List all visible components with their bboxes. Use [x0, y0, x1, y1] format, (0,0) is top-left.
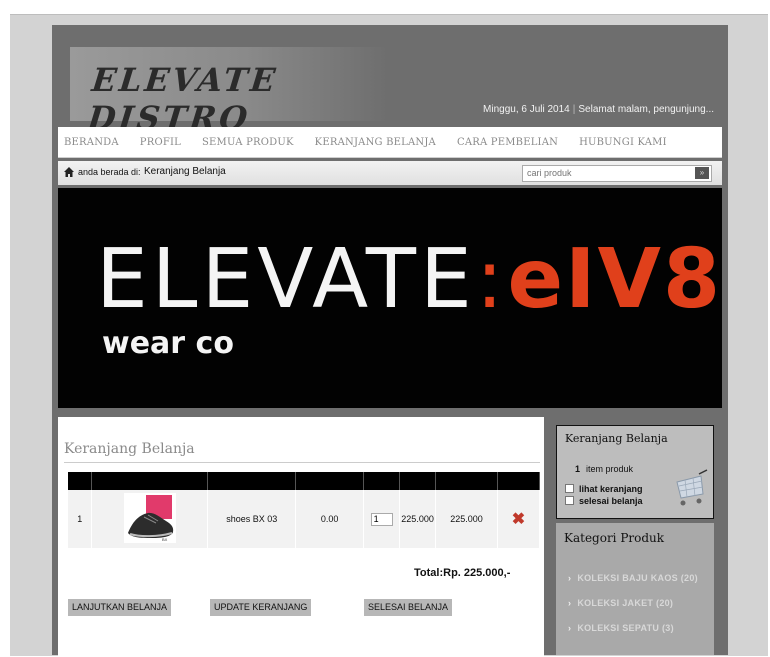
- greeting-text: Selamat malam, pengunjung...: [578, 104, 714, 115]
- product-image-cell: BX: [91, 490, 209, 548]
- nav-beranda[interactable]: BERANDA: [64, 137, 119, 148]
- banner-headline: ELEVATE:eIV8: [96, 232, 722, 327]
- finish-shopping-link[interactable]: selesai belanja: [565, 496, 643, 506]
- search-box: »: [522, 165, 712, 182]
- breadcrumb: anda berada di: Keranjang Belanja »: [58, 161, 722, 185]
- sidebar-cart-box: Keranjang Belanja 1 item produk lihat ker…: [556, 425, 714, 519]
- nav-semua-produk[interactable]: SEMUA PRODUK: [202, 137, 294, 148]
- site-logo[interactable]: ELEVATE DISTRO: [70, 47, 388, 137]
- nav-hubungi-kami[interactable]: HUBUNGI KAMI: [579, 137, 667, 148]
- quantity-input[interactable]: [370, 512, 393, 526]
- current-date: Minggu, 6 Juli 2014: [483, 104, 570, 115]
- nav-profil[interactable]: PROFIL: [140, 137, 181, 148]
- home-icon[interactable]: [64, 167, 74, 177]
- chevron-right-icon: ›: [568, 623, 572, 633]
- row-number: 1: [68, 490, 93, 548]
- delete-cell: ✖: [497, 490, 540, 548]
- qty-cell: [363, 490, 401, 548]
- banner-colon: :: [475, 232, 508, 327]
- search-button[interactable]: »: [695, 167, 709, 179]
- breadcrumb-current: Keranjang Belanja: [144, 166, 226, 177]
- product-price: 225.000: [399, 490, 437, 548]
- nav-keranjang-belanja[interactable]: KERANJANG BELANJA: [315, 137, 436, 148]
- chevron-right-icon: ›: [568, 598, 572, 608]
- nav-cara-pembelian[interactable]: CARA PEMBELIAN: [457, 137, 558, 148]
- chevron-right-icon: ›: [568, 573, 572, 583]
- banner-word: ELEVATE: [96, 232, 476, 327]
- hero-banner: ELEVATE:eIV8 wear co: [58, 188, 722, 408]
- banner-mark: eIV8: [507, 232, 722, 327]
- category-item-jaket[interactable]: › KOLEKSI JAKET (20): [568, 598, 673, 608]
- sidebar-cart-title: Keranjang Belanja: [565, 432, 668, 445]
- view-cart-link[interactable]: lihat keranjang: [565, 484, 643, 494]
- category-item-baju-kaos[interactable]: › KOLEKSI BAJU KAOS (20): [568, 573, 698, 583]
- date-greeting: Minggu, 6 Juli 2014 | Selamat malam, pengu…: [483, 104, 714, 115]
- cart-actions: LANJUTKAN BELANJA UPDATE KERANJANG SELES…: [68, 599, 548, 617]
- update-cart-button[interactable]: UPDATE KERANJANG: [210, 599, 312, 616]
- bullet-icon: [565, 484, 574, 493]
- banner-subtitle: wear co: [102, 326, 234, 361]
- svg-text:BX: BX: [162, 537, 168, 542]
- logo-text: ELEVATE DISTRO: [86, 61, 280, 137]
- continue-shopping-button[interactable]: LANJUTKAN BELANJA: [68, 599, 172, 616]
- delete-icon[interactable]: ✖: [512, 511, 525, 528]
- table-header: [68, 472, 540, 490]
- categories-title: Kategori Produk: [564, 531, 665, 545]
- shopping-cart-icon: [676, 469, 708, 506]
- category-item-sepatu[interactable]: › KOLEKSI SEPATU (3): [568, 623, 674, 633]
- product-subtotal: 225.000: [435, 490, 498, 548]
- cart-total: Total:Rp. 225.000,-: [414, 567, 510, 579]
- main-navigation: BERANDA PROFIL SEMUA PRODUK KERANJANG BE…: [58, 127, 722, 158]
- cart-content: Keranjang Belanja 1 BX shoes BX 03 0.00 …: [58, 417, 544, 657]
- breadcrumb-prefix: anda berada di:: [78, 167, 141, 177]
- sidebar-categories: Kategori Produk › KOLEKSI BAJU KAOS (20) …: [556, 523, 714, 655]
- finish-shopping-button[interactable]: SELESAI BELANJA: [364, 599, 453, 616]
- product-name: shoes BX 03: [207, 490, 297, 548]
- table-row: 1 BX shoes BX 03 0.00 225.000 225.000: [68, 490, 540, 548]
- page-title: Keranjang Belanja: [64, 441, 195, 457]
- cart-table: 1 BX shoes BX 03 0.00 225.000 225.000: [68, 472, 540, 548]
- site-container: ELEVATE DISTRO Minggu, 6 Juli 2014 | Selam…: [52, 25, 728, 657]
- bullet-icon: [565, 496, 574, 505]
- total-label: Total:: [414, 567, 444, 579]
- total-value: Rp. 225.000,-: [443, 567, 511, 579]
- sidebar-cart-count: 1 item produk: [575, 464, 634, 474]
- product-image[interactable]: BX: [123, 493, 176, 543]
- title-divider: [64, 462, 540, 463]
- search-input[interactable]: [523, 166, 691, 179]
- product-discount: 0.00: [295, 490, 365, 548]
